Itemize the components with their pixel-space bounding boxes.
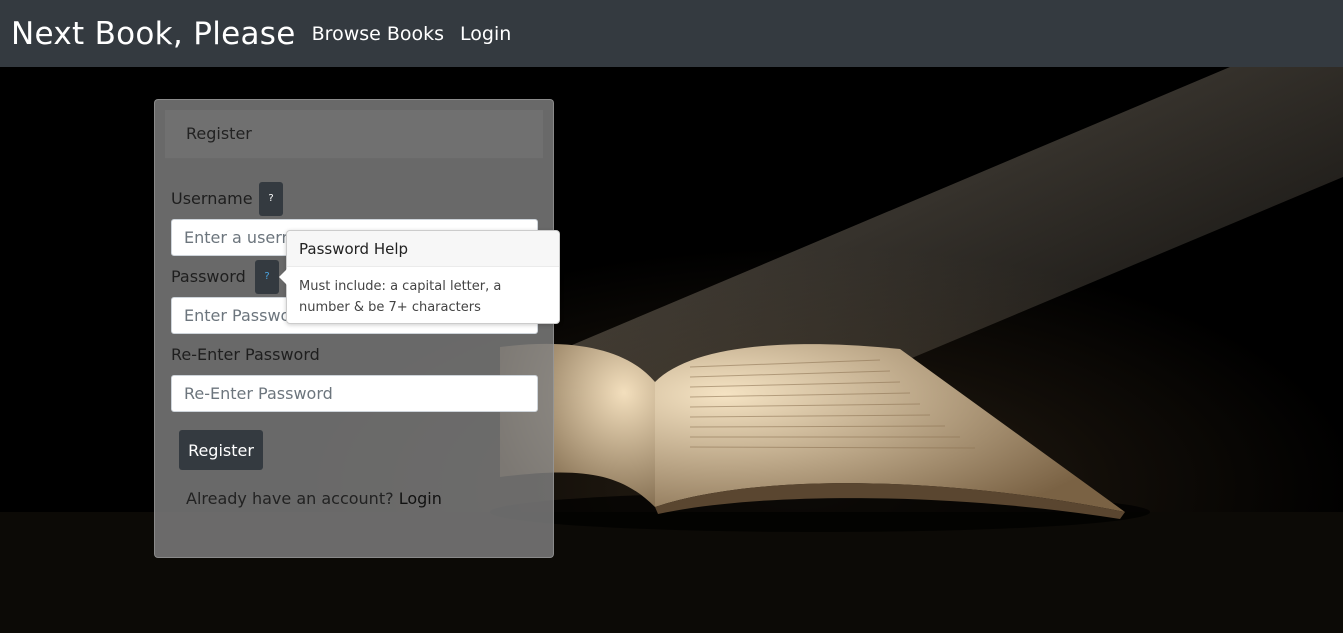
popover-body: Must include: a capital letter, a number…	[299, 279, 502, 315]
popover-title: Password Help	[287, 231, 559, 267]
username-label: Username	[171, 189, 253, 208]
top-navbar: Next Book, Please Browse Books Login	[0, 0, 1343, 67]
register-button[interactable]: Register	[179, 430, 263, 470]
nav-login-link[interactable]: Login	[460, 23, 511, 45]
brand-logo-link[interactable]: Next Book, Please	[11, 16, 296, 52]
password-label: Password	[171, 267, 246, 286]
reenter-password-label: Re-Enter Password	[171, 345, 320, 364]
already-account-line: Already have an account? Login	[186, 489, 442, 508]
nav-browse-books-link[interactable]: Browse Books	[312, 23, 444, 45]
popover-arrow	[279, 269, 287, 285]
password-help-button[interactable]: ?	[255, 260, 279, 294]
already-account-text: Already have an account?	[186, 489, 394, 508]
username-help-button[interactable]: ?	[259, 182, 283, 216]
register-card-header: Register	[165, 110, 543, 159]
password-help-popover: Password Help Must include: a capital le…	[279, 230, 560, 324]
footer-login-link[interactable]: Login	[399, 489, 442, 508]
register-card: Register Username ? Password ? Re-Enter …	[154, 99, 554, 558]
reenter-password-input[interactable]	[171, 375, 538, 412]
